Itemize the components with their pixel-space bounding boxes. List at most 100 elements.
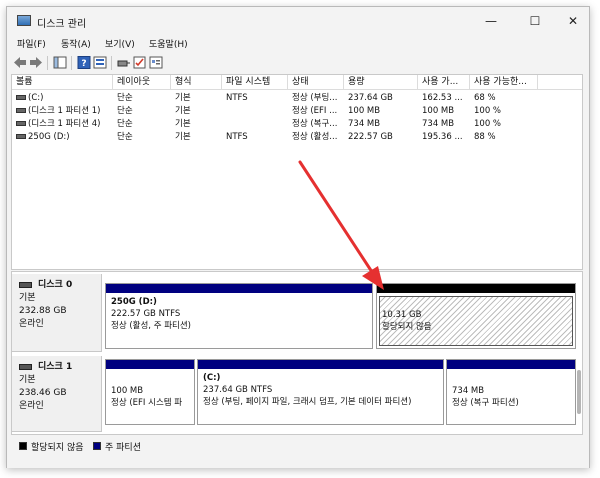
properties-icon[interactable] bbox=[93, 56, 107, 69]
table-row[interactable]: (디스크 1 파티션 4) 단순 기본 정상 (복구... 734 MB 734… bbox=[12, 118, 582, 131]
cell-layout: 단순 bbox=[117, 132, 133, 142]
cell-volume: 250G (D:) bbox=[12, 131, 113, 144]
disk-1-status: 온라인 bbox=[19, 401, 44, 411]
column-layout[interactable]: 레이아웃 bbox=[113, 75, 171, 90]
partition-d[interactable]: 250G (D:) 222.57 GB NTFS 정상 (활성, 주 파티션) bbox=[105, 283, 373, 349]
show-hide-tree-icon[interactable] bbox=[53, 56, 67, 69]
column-type[interactable]: 형식 bbox=[171, 75, 222, 90]
toolbar-separator bbox=[47, 56, 48, 70]
menu-file[interactable]: 파일(F) bbox=[17, 37, 46, 50]
primary-partition-bar bbox=[447, 360, 575, 369]
primary-swatch bbox=[93, 442, 101, 450]
disk-management-window: 디스크 관리 — ☐ ✕ 파일(F) 동작(A) 보기(V) 도움말(H) ? … bbox=[6, 6, 590, 468]
column-percent-free[interactable]: 사용 가능한... bbox=[470, 75, 538, 90]
cell-file-system bbox=[222, 118, 288, 131]
disk-management-app-icon bbox=[17, 15, 31, 26]
forward-icon[interactable] bbox=[29, 56, 43, 69]
disk-1-name: 디스크 1 bbox=[38, 362, 73, 372]
disk-icon bbox=[19, 281, 32, 288]
cell-type: 기본 bbox=[175, 132, 191, 142]
volume-name: (디스크 1 파티션 1) bbox=[28, 106, 101, 116]
cell-file-system bbox=[222, 105, 288, 118]
cell-layout: 단순 bbox=[117, 106, 133, 116]
minimize-button[interactable]: — bbox=[477, 11, 505, 31]
volume-name: (디스크 1 파티션 4) bbox=[28, 119, 101, 129]
disk-graph-view: 디스크 0 기본 232.88 GB 온라인 250G (D:) 222.57 … bbox=[11, 271, 583, 435]
partition-status: 정상 (복구 파티션) bbox=[452, 398, 519, 408]
partition-info: 250G (D:) 222.57 GB NTFS 정상 (활성, 주 파티션) bbox=[111, 296, 191, 332]
table-row[interactable]: (디스크 1 파티션 1) 단순 기본 정상 (EFI ... 100 MB 1… bbox=[12, 105, 582, 118]
volume-icon bbox=[16, 95, 26, 100]
partition-c[interactable]: (C:) 237.64 GB NTFS 정상 (부팅, 페이지 파일, 크래시 … bbox=[197, 359, 444, 425]
cell-layout: 단순 bbox=[117, 119, 133, 129]
toolbar-separator bbox=[71, 56, 72, 70]
column-volume[interactable]: 볼륨 bbox=[12, 75, 113, 90]
cell-layout: 단순 bbox=[117, 93, 133, 103]
primary-partition-bar bbox=[106, 360, 194, 369]
column-status[interactable]: 상태 bbox=[288, 75, 344, 90]
cell-file-system: NTFS bbox=[226, 132, 248, 142]
toolbar-separator bbox=[111, 56, 112, 70]
maximize-button[interactable]: ☐ bbox=[521, 11, 549, 31]
disk-1-type: 기본 bbox=[19, 375, 36, 385]
partition-status: 정상 (활성, 주 파티션) bbox=[111, 321, 192, 331]
partition-size: 734 MB bbox=[452, 386, 485, 396]
volume-icon bbox=[16, 134, 26, 139]
unallocated-label: 할당되지 않음 bbox=[382, 322, 432, 332]
connect-disk-icon[interactable] bbox=[117, 56, 131, 69]
table-row[interactable]: (C:) 단순 기본 NTFS 정상 (부팅... 237.64 GB 162.… bbox=[12, 92, 582, 105]
cell-volume: (디스크 1 파티션 1) bbox=[12, 105, 113, 118]
volume-name: (C:) bbox=[28, 93, 44, 103]
cell-capacity: 100 MB bbox=[348, 106, 381, 116]
menu-help[interactable]: 도움말(H) bbox=[149, 37, 188, 50]
primary-partition-bar bbox=[106, 284, 372, 293]
volume-list-header: 볼륨 레이아웃 형식 파일 시스템 상태 용량 사용 가... 사용 가능한..… bbox=[12, 75, 582, 90]
cell-free-space: 195.36 ... bbox=[422, 132, 463, 142]
disk-0-size: 232.88 GB bbox=[19, 306, 67, 316]
partition-size: 100 MB bbox=[111, 386, 144, 396]
back-icon[interactable] bbox=[13, 56, 27, 69]
help-icon[interactable]: ? bbox=[77, 56, 91, 69]
partition-recovery[interactable]: 734 MB 정상 (복구 파티션) bbox=[446, 359, 576, 425]
column-free-space[interactable]: 사용 가... bbox=[418, 75, 470, 90]
cell-volume: (디스크 1 파티션 4) bbox=[12, 118, 113, 131]
cell-type: 기본 bbox=[175, 93, 191, 103]
partition-info: 100 MB 정상 (EFI 시스템 파 bbox=[111, 385, 182, 409]
partition-title: (C:) bbox=[203, 373, 221, 383]
column-capacity[interactable]: 용량 bbox=[344, 75, 418, 90]
unallocated-space[interactable]: 10.31 GB 할당되지 않음 bbox=[376, 283, 576, 349]
menu-action[interactable]: 동작(A) bbox=[61, 37, 91, 50]
volume-icon bbox=[16, 108, 26, 113]
legend-primary: 주 파티션 bbox=[105, 443, 141, 453]
disk-0-label[interactable]: 디스크 0 기본 232.88 GB 온라인 bbox=[12, 274, 102, 352]
cell-file-system: NTFS bbox=[226, 93, 248, 103]
legend-unallocated: 할당되지 않음 bbox=[31, 443, 84, 453]
title-bar[interactable]: 디스크 관리 — ☐ ✕ bbox=[7, 7, 589, 35]
cell-free-space: 100 MB bbox=[422, 106, 455, 116]
menu-view[interactable]: 보기(V) bbox=[105, 37, 135, 50]
legend: 할당되지 않음 주 파티션 bbox=[11, 437, 583, 455]
unallocated-bar bbox=[377, 284, 575, 293]
partition-efi[interactable]: 100 MB 정상 (EFI 시스템 파 bbox=[105, 359, 195, 425]
cell-percent-free: 68 % bbox=[474, 93, 496, 103]
table-row[interactable]: 250G (D:) 단순 기본 NTFS 정상 (활성... 222.57 GB… bbox=[12, 131, 582, 144]
cell-percent-free: 100 % bbox=[474, 119, 502, 129]
close-button[interactable]: ✕ bbox=[559, 11, 587, 31]
checklist-icon[interactable] bbox=[133, 56, 147, 69]
cell-capacity: 734 MB bbox=[348, 119, 381, 129]
cell-status: 정상 (활성... bbox=[292, 132, 338, 142]
cell-volume: (C:) bbox=[12, 92, 113, 105]
cell-type: 기본 bbox=[175, 106, 191, 116]
partition-status: 정상 (부팅, 페이지 파일, 크래시 덤프, 기본 데이터 파티션) bbox=[203, 397, 412, 407]
settings-dialog-icon[interactable] bbox=[149, 56, 163, 69]
column-file-system[interactable]: 파일 시스템 bbox=[222, 75, 288, 90]
disk-1-label[interactable]: 디스크 1 기본 238.46 GB 온라인 bbox=[12, 356, 102, 432]
window-title: 디스크 관리 bbox=[37, 19, 87, 30]
cell-percent-free: 100 % bbox=[474, 106, 502, 116]
cell-percent-free: 88 % bbox=[474, 132, 496, 142]
graph-scrollbar[interactable] bbox=[577, 370, 581, 414]
unallocated-size: 10.31 GB bbox=[382, 310, 422, 320]
volume-list: 볼륨 레이아웃 형식 파일 시스템 상태 용량 사용 가... 사용 가능한..… bbox=[11, 74, 583, 270]
status-bar bbox=[7, 455, 589, 468]
cell-capacity: 237.64 GB bbox=[348, 93, 393, 103]
